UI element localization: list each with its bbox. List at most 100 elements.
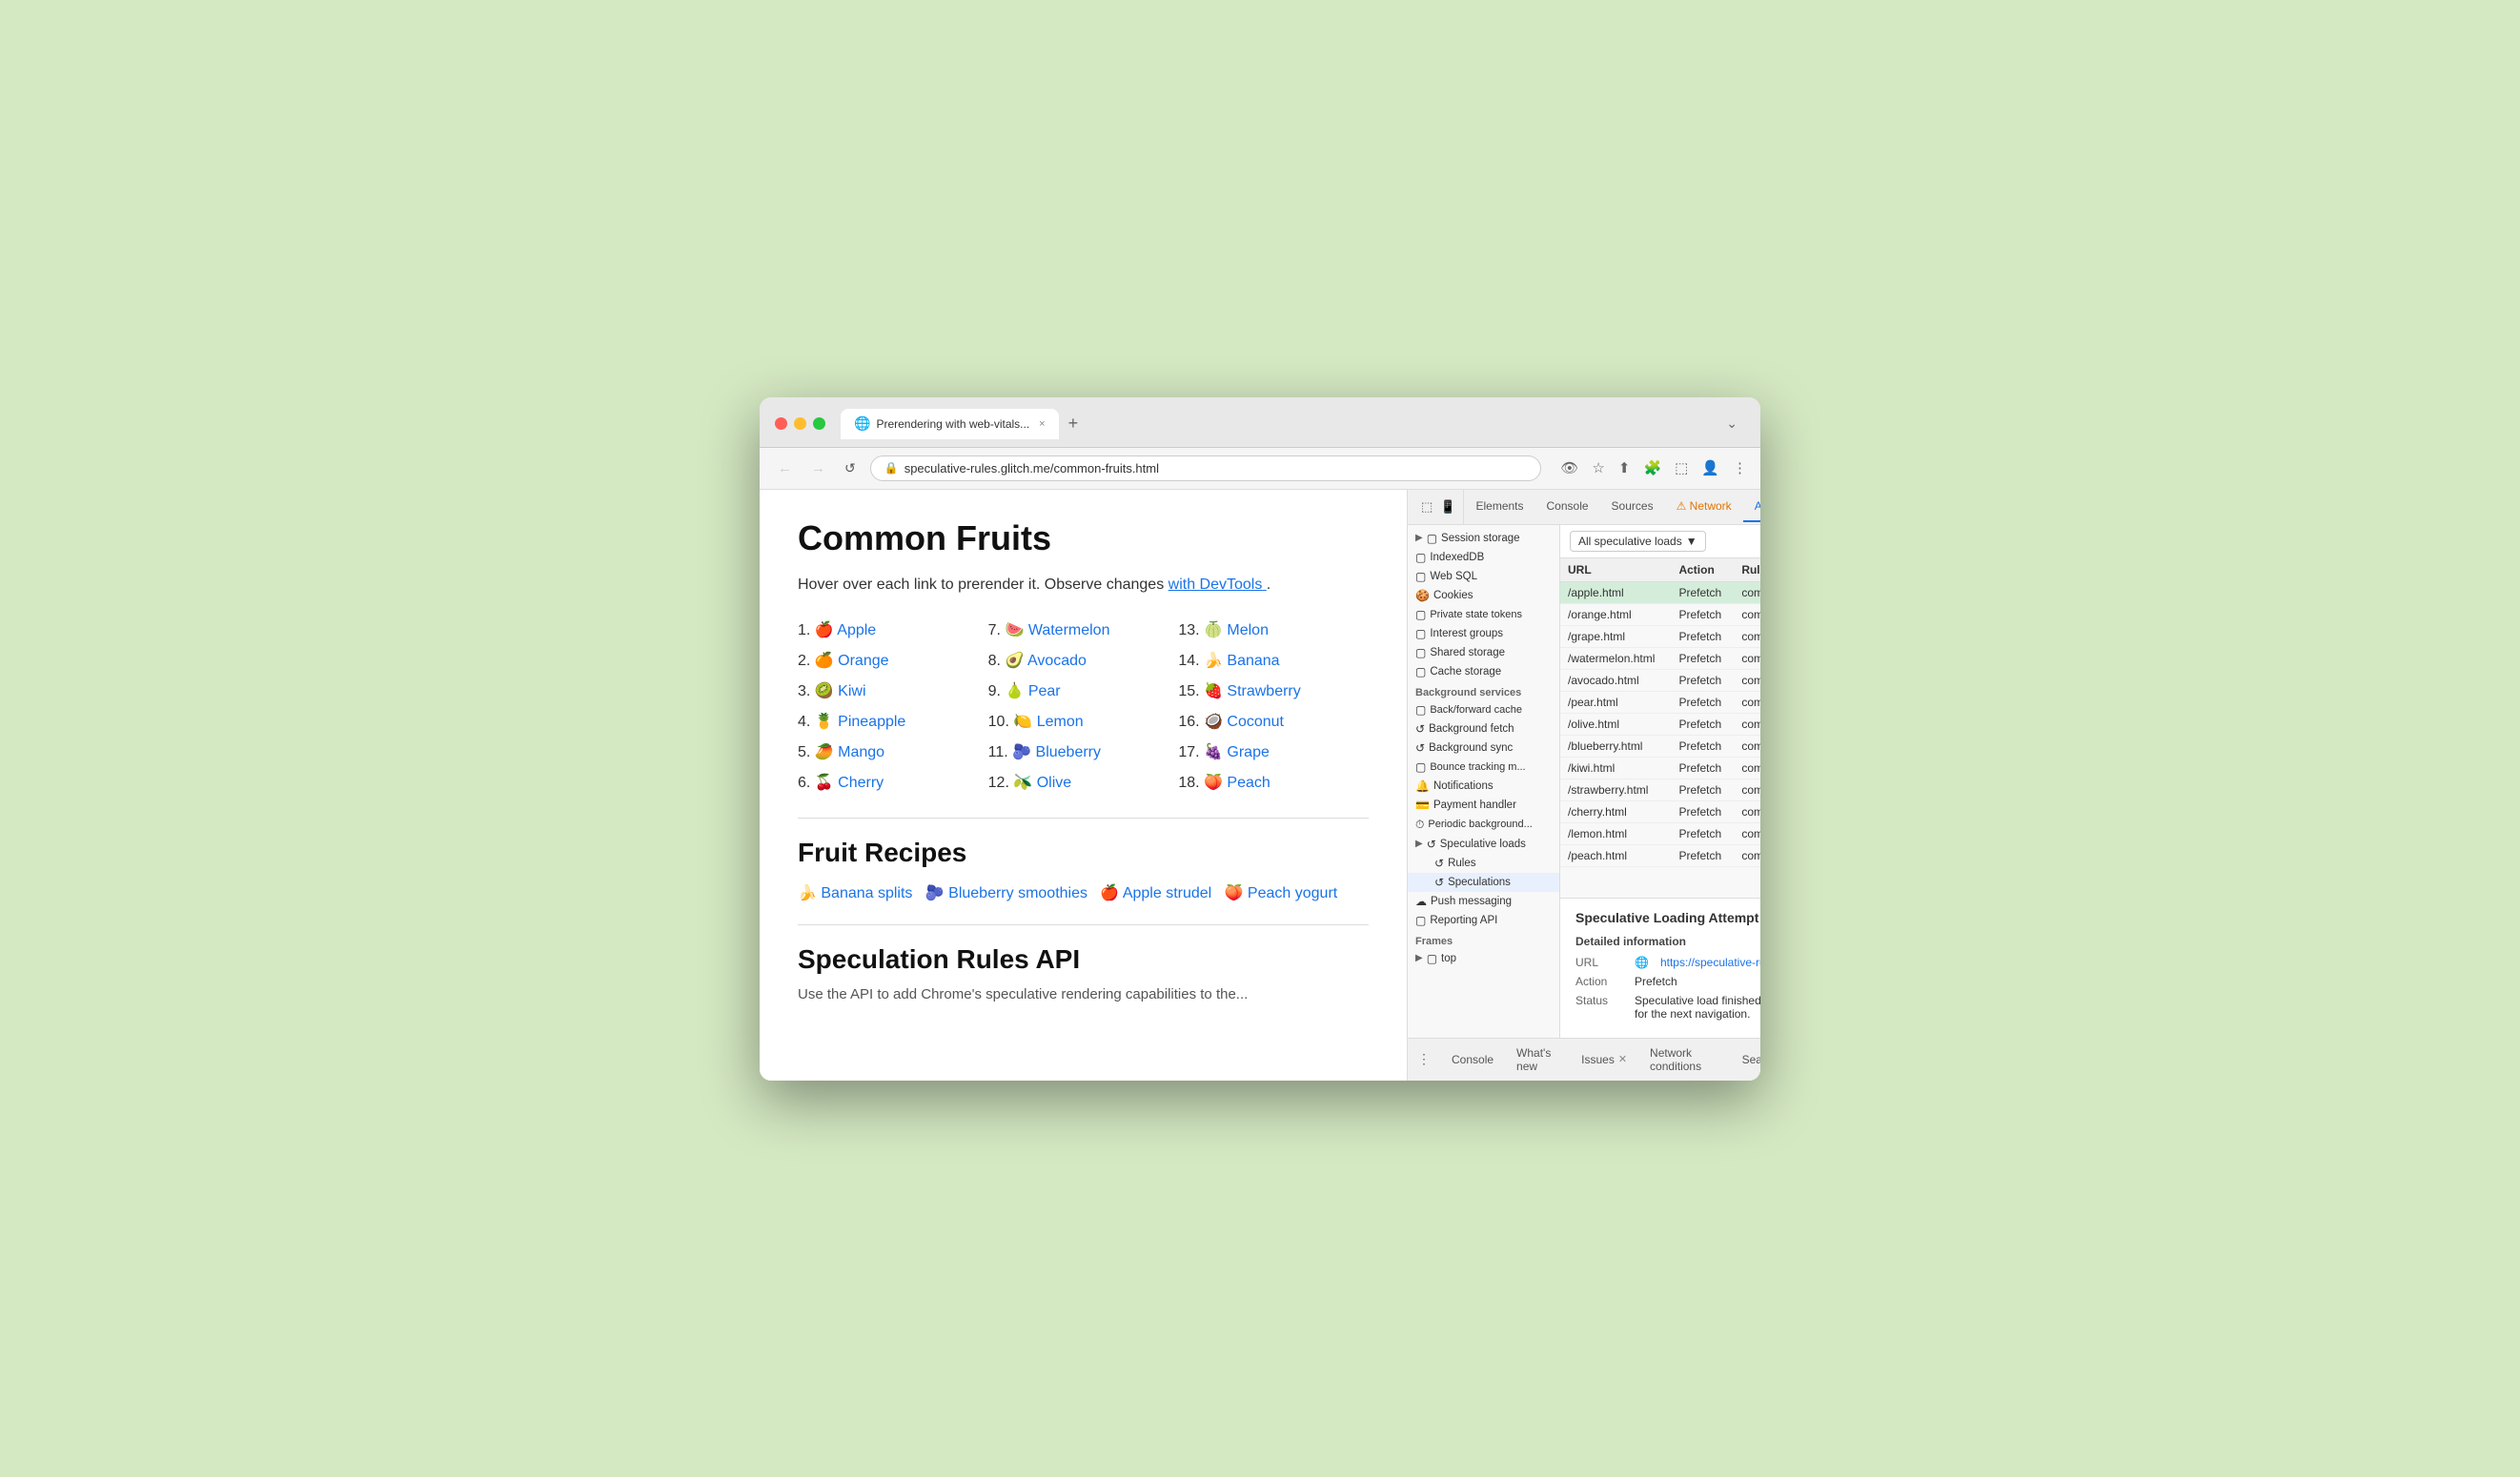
list-item: 14. 🍌 Banana bbox=[1178, 646, 1369, 677]
bottom-dots-icon[interactable]: ⋮ bbox=[1408, 1043, 1440, 1075]
fruit-link[interactable]: Cherry bbox=[838, 775, 884, 791]
tree-bfcache[interactable]: ▢ Back/forward cache bbox=[1408, 700, 1559, 719]
tree-bounce-tracking[interactable]: ▢ Bounce tracking m... bbox=[1408, 758, 1559, 777]
tab-close-button[interactable]: × bbox=[1039, 418, 1045, 430]
fruit-link[interactable]: Strawberry bbox=[1227, 683, 1300, 699]
tree-push-messaging[interactable]: ☁ Push messaging bbox=[1408, 892, 1559, 911]
table-row[interactable]: /olive.html Prefetch common-... Not trig… bbox=[1560, 713, 1760, 735]
fruit-link[interactable]: Kiwi bbox=[838, 683, 865, 699]
tab-console[interactable]: Console bbox=[1535, 492, 1600, 522]
tree-payment-handler[interactable]: 💳 Payment handler bbox=[1408, 796, 1559, 815]
table-row[interactable]: /blueberry.html Prefetch common-... Not … bbox=[1560, 735, 1760, 757]
bottom-tab-network-conditions[interactable]: Network conditions bbox=[1638, 1039, 1731, 1081]
fruit-link[interactable]: Pineapple bbox=[838, 714, 905, 730]
fruit-link[interactable]: Apple bbox=[837, 622, 876, 638]
table-row[interactable]: /apple.html Prefetch common-... Ready bbox=[1560, 581, 1760, 603]
tree-indexeddb[interactable]: ▢ IndexedDB bbox=[1408, 548, 1559, 567]
address-input[interactable]: 🔒 speculative-rules.glitch.me/common-fru… bbox=[870, 455, 1542, 481]
tree-periodic-bg[interactable]: ⏱ Periodic background... bbox=[1408, 815, 1559, 835]
eye-slash-icon[interactable]: 👁 bbox=[1560, 459, 1578, 476]
tree-cookies[interactable]: 🍪 Cookies bbox=[1408, 586, 1559, 605]
tab-network[interactable]: ⚠ Network bbox=[1665, 492, 1743, 522]
device-mode-icon[interactable]: 📱 bbox=[1438, 497, 1457, 516]
fruit-link[interactable]: Olive bbox=[1037, 775, 1071, 791]
address-text: speculative-rules.glitch.me/common-fruit… bbox=[904, 461, 1159, 475]
table-row[interactable]: /grape.html Prefetch common-... Not trig… bbox=[1560, 625, 1760, 647]
tree-speculative-loads[interactable]: ▶ ↺ Speculative loads bbox=[1408, 835, 1559, 854]
minimize-traffic-light[interactable] bbox=[794, 417, 806, 430]
tab-sources[interactable]: Sources bbox=[1600, 492, 1665, 522]
table-row[interactable]: /cherry.html Prefetch common-... Not tri… bbox=[1560, 800, 1760, 822]
table-row[interactable]: /watermelon.html Prefetch common-... Not… bbox=[1560, 647, 1760, 669]
tree-interest-groups[interactable]: ▢ Interest groups bbox=[1408, 624, 1559, 643]
fruit-link[interactable]: Blueberry bbox=[1036, 744, 1101, 760]
fruit-link[interactable]: Pear bbox=[1028, 683, 1061, 699]
table-row[interactable]: /peach.html Prefetch common-... Not trig… bbox=[1560, 844, 1760, 866]
fruit-link[interactable]: Peach bbox=[1227, 775, 1270, 791]
tree-rules[interactable]: ↺ Rules bbox=[1408, 854, 1559, 873]
maximize-traffic-light[interactable] bbox=[813, 417, 825, 430]
fruit-link[interactable]: Melon bbox=[1227, 622, 1269, 638]
table-row[interactable]: /pear.html Prefetch common-... Not trigg… bbox=[1560, 691, 1760, 713]
tree-arrow-icon: ▶ bbox=[1415, 533, 1423, 543]
bottom-tab-search[interactable]: Search bbox=[1731, 1045, 1760, 1074]
issues-close-button[interactable]: ✕ bbox=[1618, 1053, 1627, 1065]
star-icon[interactable]: ☆ bbox=[1592, 459, 1604, 476]
tree-private-state[interactable]: ▢ Private state tokens bbox=[1408, 605, 1559, 624]
recipe-link[interactable]: 🍑 Peach yogurt bbox=[1225, 885, 1338, 901]
devtools-panel: ⬚ 📱 Elements Console Sources ⚠ Network A… bbox=[1408, 490, 1760, 1081]
tab-elements[interactable]: Elements bbox=[1464, 492, 1534, 522]
fruit-column: 7. 🍉 Watermelon8. 🥑 Avocado9. 🍐 Pear10. … bbox=[988, 616, 1179, 799]
fruit-link[interactable]: Watermelon bbox=[1028, 622, 1110, 638]
recipe-link[interactable]: 🍌 Banana splits bbox=[798, 885, 912, 901]
fruit-link[interactable]: Grape bbox=[1227, 744, 1269, 760]
table-row[interactable]: /strawberry.html Prefetch common-... Not… bbox=[1560, 779, 1760, 800]
menu-icon[interactable]: ⋮ bbox=[1733, 459, 1747, 476]
forward-button[interactable]: → bbox=[806, 458, 830, 478]
devtools-link[interactable]: with DevTools bbox=[1169, 577, 1267, 593]
recipe-link[interactable]: 🍎 Apple strudel bbox=[1100, 885, 1211, 901]
table-row[interactable]: /avocado.html Prefetch common-... Not tr… bbox=[1560, 669, 1760, 691]
notifications-icon: 🔔 bbox=[1415, 779, 1430, 793]
profile-icon[interactable]: 👤 bbox=[1701, 459, 1719, 476]
tree-cache-storage[interactable]: ▢ Cache storage bbox=[1408, 662, 1559, 681]
tab-dropdown-button[interactable]: ⌄ bbox=[1718, 412, 1745, 435]
fruit-link[interactable]: Coconut bbox=[1227, 714, 1284, 730]
fruit-link[interactable]: Mango bbox=[838, 744, 884, 760]
bottom-tab-whats-new[interactable]: What's new bbox=[1505, 1039, 1570, 1081]
detail-url-link[interactable]: https://speculative-rules.glitch.me/appl… bbox=[1660, 956, 1760, 969]
new-tab-button[interactable]: + bbox=[1059, 410, 1088, 437]
active-tab[interactable]: 🌐 Prerendering with web-vitals... × bbox=[841, 409, 1059, 439]
tree-speculations[interactable]: ↺ Speculations bbox=[1408, 873, 1559, 892]
push-icon: ☁ bbox=[1415, 895, 1427, 908]
fruit-link[interactable]: Lemon bbox=[1037, 714, 1084, 730]
fruit-link[interactable]: Avocado bbox=[1027, 653, 1087, 669]
tree-bg-fetch[interactable]: ↺ Background fetch bbox=[1408, 719, 1559, 738]
back-button[interactable]: ← bbox=[773, 458, 797, 478]
inspect-element-icon[interactable]: ⬚ bbox=[1419, 497, 1434, 516]
tree-session-storage[interactable]: ▶ ▢ Session storage bbox=[1408, 529, 1559, 548]
tree-reporting-api[interactable]: ▢ Reporting API bbox=[1408, 911, 1559, 930]
tree-notifications[interactable]: 🔔 Notifications bbox=[1408, 777, 1559, 796]
table-row[interactable]: /lemon.html Prefetch common-... Not trig… bbox=[1560, 822, 1760, 844]
table-row[interactable]: /orange.html Prefetch common-... Ready bbox=[1560, 603, 1760, 625]
bottom-tab-issues[interactable]: Issues ✕ bbox=[1570, 1045, 1638, 1074]
tree-top-frame[interactable]: ▶ ▢ top bbox=[1408, 949, 1559, 968]
tab-application[interactable]: Application bbox=[1743, 492, 1760, 522]
share-icon[interactable]: ⬆ bbox=[1618, 459, 1631, 476]
split-screen-icon[interactable]: ⬚ bbox=[1675, 459, 1688, 476]
spec-loads-dropdown[interactable]: All speculative loads ▼ bbox=[1570, 531, 1706, 552]
page-desc-text: Hover over each link to prerender it. Ob… bbox=[798, 577, 1169, 593]
tree-bg-sync[interactable]: ↺ Background sync bbox=[1408, 738, 1559, 758]
recipe-link[interactable]: 🫐 Blueberry smoothies bbox=[925, 885, 1087, 901]
fruit-link[interactable]: Orange bbox=[838, 653, 888, 669]
fruit-link[interactable]: Banana bbox=[1227, 653, 1279, 669]
tree-shared-storage[interactable]: ▢ Shared storage bbox=[1408, 643, 1559, 662]
tree-web-sql[interactable]: ▢ Web SQL bbox=[1408, 567, 1559, 586]
reload-button[interactable]: ↺ bbox=[840, 458, 861, 478]
bottom-tab-console[interactable]: Console bbox=[1440, 1045, 1505, 1074]
table-row[interactable]: /kiwi.html Prefetch common-... Not trigg… bbox=[1560, 757, 1760, 779]
extensions-icon[interactable]: 🧩 bbox=[1643, 459, 1661, 476]
close-traffic-light[interactable] bbox=[775, 417, 787, 430]
list-item: 12. 🫒 Olive bbox=[988, 768, 1179, 799]
